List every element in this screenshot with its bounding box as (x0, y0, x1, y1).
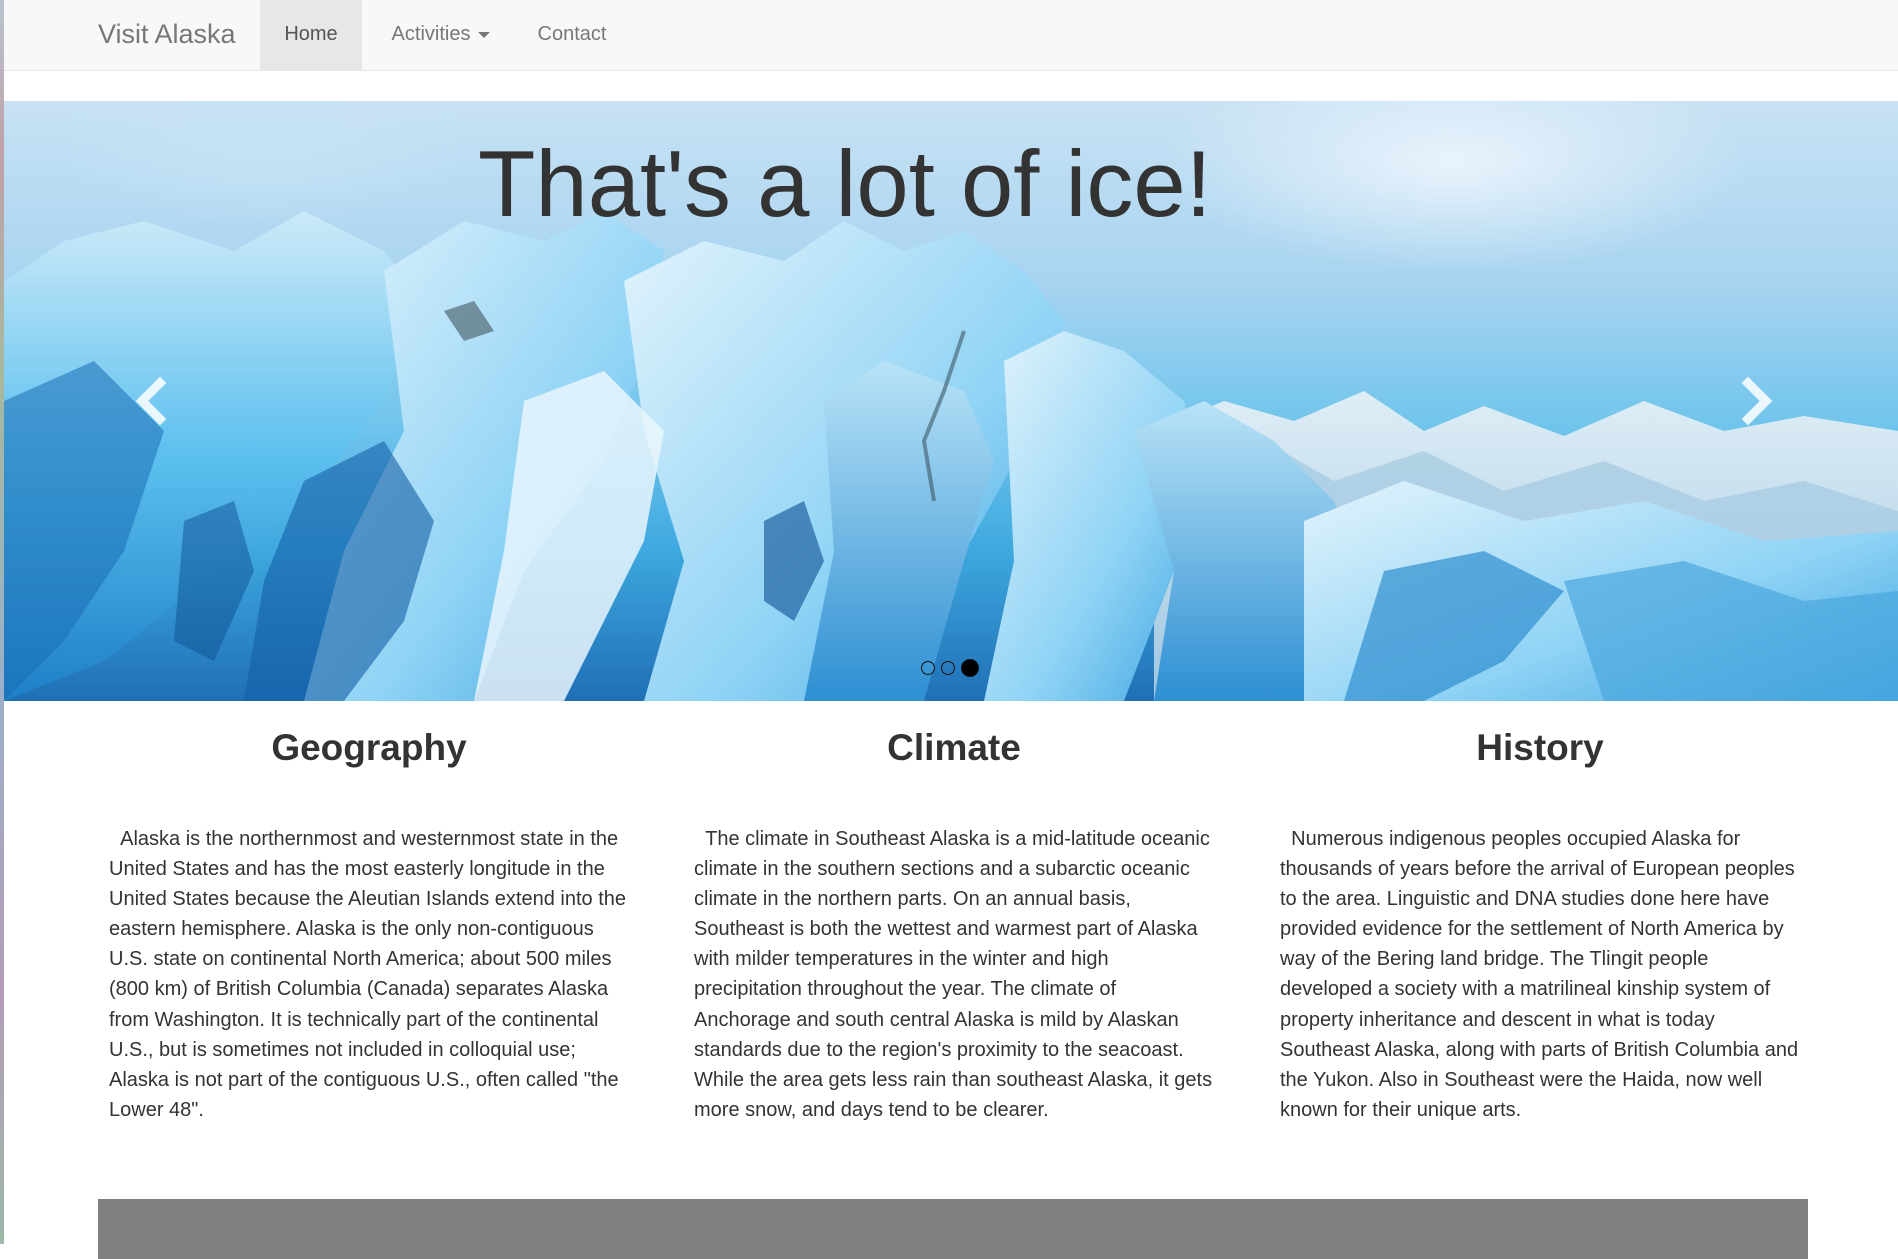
section-text: Alaska is the northernmost and westernmo… (109, 824, 629, 1125)
carousel-next-control[interactable] (1724, 371, 1784, 431)
geography-section: Geography Alaska is the northernmost and… (109, 718, 629, 1125)
section-text-body: The climate in Southeast Alaska is a mid… (694, 828, 1213, 1121)
carousel-indicator-3[interactable] (961, 659, 979, 677)
chevron-left-icon (135, 376, 167, 426)
carousel-indicators (921, 658, 979, 678)
section-text: Numerous indigenous peoples occupied Ala… (1280, 824, 1800, 1125)
section-title: Climate (887, 727, 1021, 768)
nav-contact[interactable]: Contact (514, 0, 630, 71)
carousel: That's a lot of ice! (4, 101, 1898, 701)
nav-activities-dropdown[interactable]: Activities (366, 0, 516, 71)
chevron-right-icon (1741, 376, 1773, 426)
history-section: History Numerous indigenous peoples occu… (1280, 718, 1800, 1125)
section-text-body: Alaska is the northernmost and westernmo… (109, 828, 627, 1121)
section-title: Geography (271, 727, 467, 768)
carousel-prev-control[interactable] (124, 371, 184, 431)
carousel-indicator-2[interactable] (941, 661, 955, 675)
nav-activities-label: Activities (391, 23, 471, 45)
section-text: The climate in Southeast Alaska is a mid… (694, 824, 1214, 1125)
carousel-caption: That's a lot of ice! (478, 131, 1212, 236)
section-title: History (1476, 727, 1604, 768)
carousel-indicator-1[interactable] (921, 661, 935, 675)
navbar: Visit Alaska Home Activities Contact (4, 0, 1898, 71)
brand-link[interactable]: Visit Alaska (98, 0, 236, 71)
caret-down-icon (478, 31, 491, 38)
climate-section: Climate The climate in Southeast Alaska … (694, 718, 1214, 1125)
nav-home[interactable]: Home (260, 0, 362, 71)
section-text-body: Numerous indigenous peoples occupied Ala… (1280, 828, 1799, 1121)
footer-band (98, 1199, 1808, 1259)
